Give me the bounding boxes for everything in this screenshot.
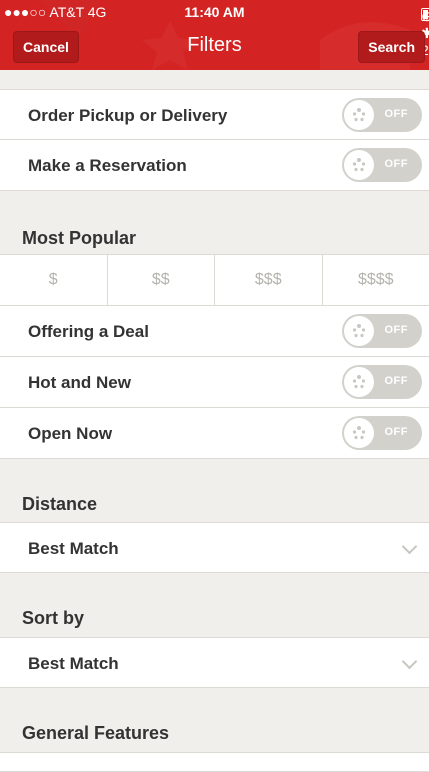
price-option-2[interactable]: $$ bbox=[108, 255, 216, 305]
chevron-down-icon bbox=[402, 654, 418, 670]
pickup-delivery-toggle[interactable]: OFF bbox=[342, 98, 422, 132]
distance-title: Distance bbox=[22, 494, 97, 515]
sort-by-title: Sort by bbox=[22, 608, 84, 629]
hot-new-toggle[interactable]: OFF bbox=[342, 365, 422, 399]
yelp-burst-icon bbox=[344, 316, 374, 346]
chevron-down-icon bbox=[402, 539, 418, 555]
price-selector: $ $$ $$$ $$$$ bbox=[0, 254, 429, 306]
open-now-toggle[interactable]: OFF bbox=[342, 416, 422, 450]
most-popular-title: Most Popular bbox=[22, 228, 136, 249]
toggle-label: Make a Reservation bbox=[28, 156, 187, 176]
price-option-3[interactable]: $$$ bbox=[215, 255, 323, 305]
toggle-row-deal[interactable]: Offering a Deal OFF bbox=[0, 306, 429, 357]
toggle-label: Order Pickup or Delivery bbox=[28, 106, 227, 126]
toggle-label: Open Now bbox=[28, 424, 112, 444]
toggle-row-reservation[interactable]: Make a Reservation OFF bbox=[0, 140, 429, 191]
price-option-4[interactable]: $$$$ bbox=[323, 255, 429, 305]
toggle-state: OFF bbox=[385, 108, 409, 120]
sort-by-value: Best Match bbox=[28, 654, 119, 674]
toggle-state: OFF bbox=[385, 426, 409, 438]
toggle-state: OFF bbox=[385, 324, 409, 336]
toggle-label: Hot and New bbox=[28, 373, 131, 393]
toggle-row-pickup-delivery[interactable]: Order Pickup or Delivery OFF bbox=[0, 89, 429, 140]
general-features-row bbox=[0, 752, 429, 772]
toggle-label: Offering a Deal bbox=[28, 322, 149, 342]
deal-toggle[interactable]: OFF bbox=[342, 314, 422, 348]
general-features-title: General Features bbox=[22, 723, 169, 744]
distance-value: Best Match bbox=[28, 539, 119, 559]
reservation-toggle[interactable]: OFF bbox=[342, 148, 422, 182]
yelp-burst-icon bbox=[344, 150, 374, 180]
nav-header: ●●●○○ AT&T 4G 11:40 AM ⊕ ➚ ✱ 20% Cancel … bbox=[0, 0, 429, 70]
toggle-row-hot-new[interactable]: Hot and New OFF bbox=[0, 357, 429, 408]
status-bar: ●●●○○ AT&T 4G 11:40 AM ⊕ ➚ ✱ 20% bbox=[0, 0, 429, 22]
battery-icon bbox=[421, 8, 429, 21]
yelp-burst-icon bbox=[344, 100, 374, 130]
sort-by-select[interactable]: Best Match bbox=[0, 637, 429, 688]
toggle-state: OFF bbox=[385, 375, 409, 387]
distance-select[interactable]: Best Match bbox=[0, 522, 429, 573]
yelp-burst-icon bbox=[344, 367, 374, 397]
yelp-burst-icon bbox=[344, 418, 374, 448]
search-button[interactable]: Search bbox=[358, 31, 425, 63]
toggle-row-open-now[interactable]: Open Now OFF bbox=[0, 408, 429, 459]
clock: 11:40 AM bbox=[0, 4, 429, 20]
toggle-state: OFF bbox=[385, 158, 409, 170]
price-option-1[interactable]: $ bbox=[0, 255, 108, 305]
